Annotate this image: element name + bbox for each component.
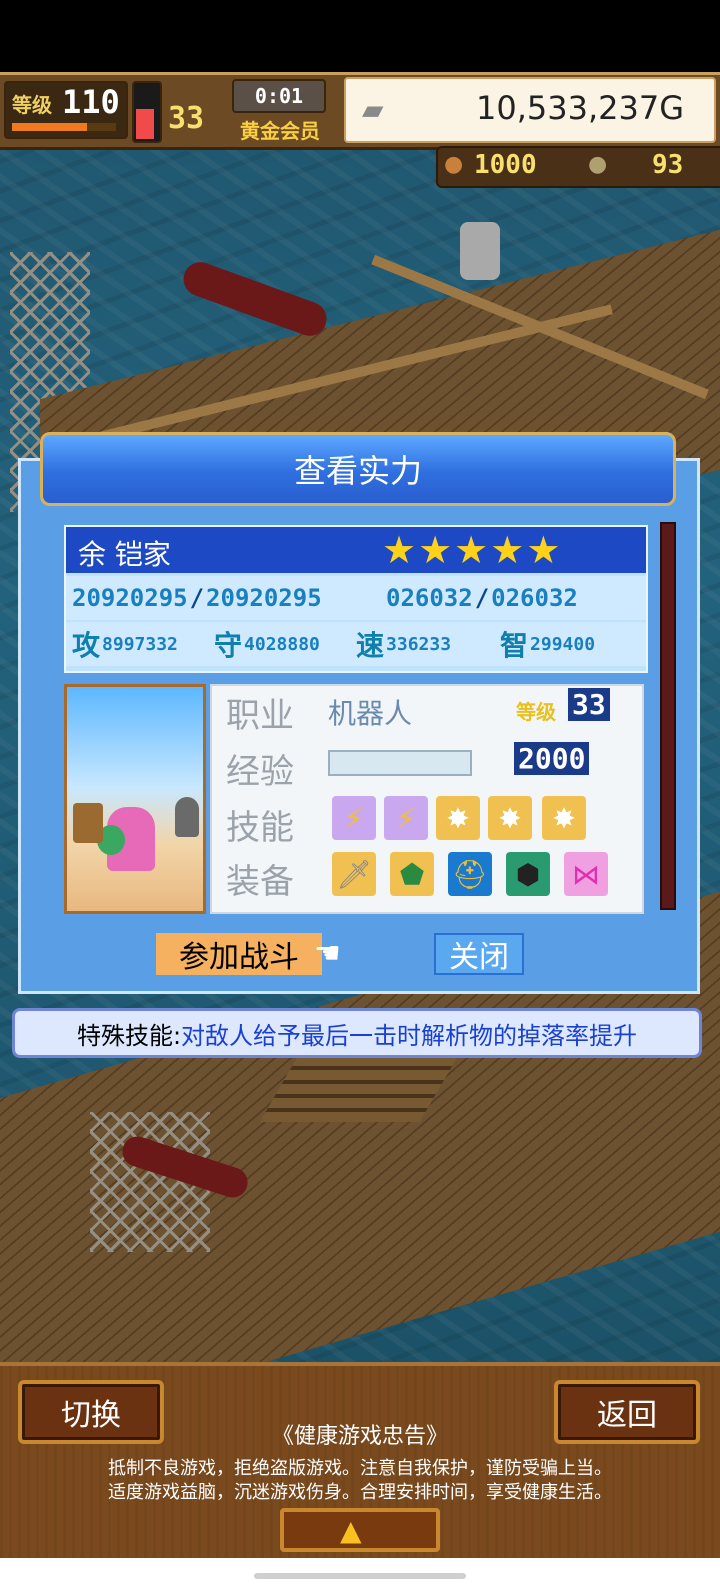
name-row: 余 铠家 ★ ★ ★ ★ ★ [66, 527, 646, 573]
meat-icon: ● [444, 152, 464, 177]
mp-value: 026032/026032 [386, 584, 578, 612]
star-icon: ★ [490, 528, 525, 572]
attribute-row: 攻 8997332 守 4028880 速 336233 智 299400 [66, 622, 646, 666]
silver-ingot-icon: ▰ [362, 93, 384, 126]
health-notice-line: 抵制不良游戏，拒绝盗版游戏。注意自我保护，谨防受骗上当。 [108, 1458, 612, 1479]
rank-value: 33 [168, 101, 205, 136]
close-button[interactable]: 关闭 [434, 933, 524, 975]
exp-label: 经验 [226, 752, 294, 792]
top-hud: 等级 110 33 0:01 黄金会员 ▰ 10,533,237G [0, 72, 720, 150]
special-skill-text: 对敌人给予最后一击时解析物的掉落率提升 [181, 1021, 638, 1050]
food-value: 1000 [474, 150, 537, 180]
character-info: 职业 机器人 等级 33 经验 2000 技能 ⚡ ⚡ ✸ ✸ ✸ 装备 🗡 ⬟… [210, 684, 644, 914]
coin-value: 93 [652, 150, 684, 180]
lv-label: 等级 [516, 700, 556, 724]
gold-panel: ▰ 10,533,237G [344, 77, 716, 143]
star-rating: ★ ★ ★ ★ ★ [382, 527, 560, 573]
home-indicator[interactable] [254, 1573, 466, 1579]
expand-up-button[interactable]: ▲ [280, 1508, 440, 1552]
health-notice-line: 适度游戏益脑，沉迷游戏伤身。合理安排时间，享受健康生活。 [108, 1482, 612, 1503]
level-label: 等级 [12, 93, 52, 117]
exp-value: 2000 [514, 742, 590, 775]
hp-mp-row: 20920295/20920295 026032/026032 [66, 576, 646, 620]
star-icon: ★ [526, 528, 561, 572]
lv-value: 33 [568, 688, 610, 721]
helmet-equip-icon[interactable]: ⛑ [448, 852, 492, 896]
spd-stat: 速 336233 [356, 629, 452, 662]
barrel [73, 803, 103, 843]
shield-equip-icon[interactable]: ⬟ [390, 852, 434, 896]
lightning-skill-icon[interactable]: ⚡ [332, 796, 376, 840]
join-battle-button[interactable]: 参加战斗 [156, 933, 322, 975]
arrow-up-icon: ▲ [340, 1514, 362, 1547]
timer: 0:01 [232, 79, 326, 113]
level-box: 等级 110 [4, 81, 128, 139]
stone-statue [175, 797, 199, 837]
resource-bar: ● 1000 ● 93 [436, 146, 720, 188]
equip-label: 装备 [226, 862, 294, 902]
burst-skill-icon[interactable]: ✸ [542, 796, 586, 840]
sword-equip-icon[interactable]: 🗡 [332, 852, 376, 896]
hp-value: 20920295/20920295 [72, 584, 322, 612]
energy-gauge [132, 81, 162, 143]
star-icon: ★ [382, 528, 417, 572]
pointing-hand-icon: ☚ [314, 936, 341, 971]
exp-bar [328, 750, 472, 776]
armor-equip-icon[interactable]: ⬢ [506, 852, 550, 896]
character-portrait [64, 684, 206, 914]
atk-stat: 攻 8997332 [72, 629, 178, 662]
gold-amount: 10,533,237G [475, 89, 684, 127]
level-value: 110 [62, 83, 120, 121]
special-skill-bar: 特殊技能: 对敌人给予最后一击时解析物的掉落率提升 [12, 1008, 702, 1058]
def-stat: 守 4028880 [214, 629, 320, 662]
star-icon: ★ [454, 528, 489, 572]
job-value: 机器人 [328, 697, 413, 730]
int-stat: 智 299400 [500, 629, 596, 662]
health-notice-title: 《健康游戏忠告》 [271, 1424, 448, 1449]
ribbon-equip-icon[interactable]: ⋈ [564, 852, 608, 896]
dialog-title: 查看实力 [40, 432, 676, 506]
status-bar [0, 0, 720, 72]
skill-label: 技能 [226, 808, 294, 848]
burst-skill-icon[interactable]: ✸ [488, 796, 532, 840]
burst-skill-icon[interactable]: ✸ [436, 796, 480, 840]
special-skill-label: 特殊技能: [76, 1021, 182, 1050]
membership-label: 黄金会员 [240, 119, 320, 143]
coin-icon: ● [588, 152, 608, 177]
star-icon: ★ [418, 528, 453, 572]
job-label: 职业 [226, 696, 294, 736]
lightning-skill-icon[interactable]: ⚡ [384, 796, 428, 840]
character-name: 余 铠家 [78, 538, 171, 571]
dialog-scrollbar[interactable] [660, 522, 676, 910]
